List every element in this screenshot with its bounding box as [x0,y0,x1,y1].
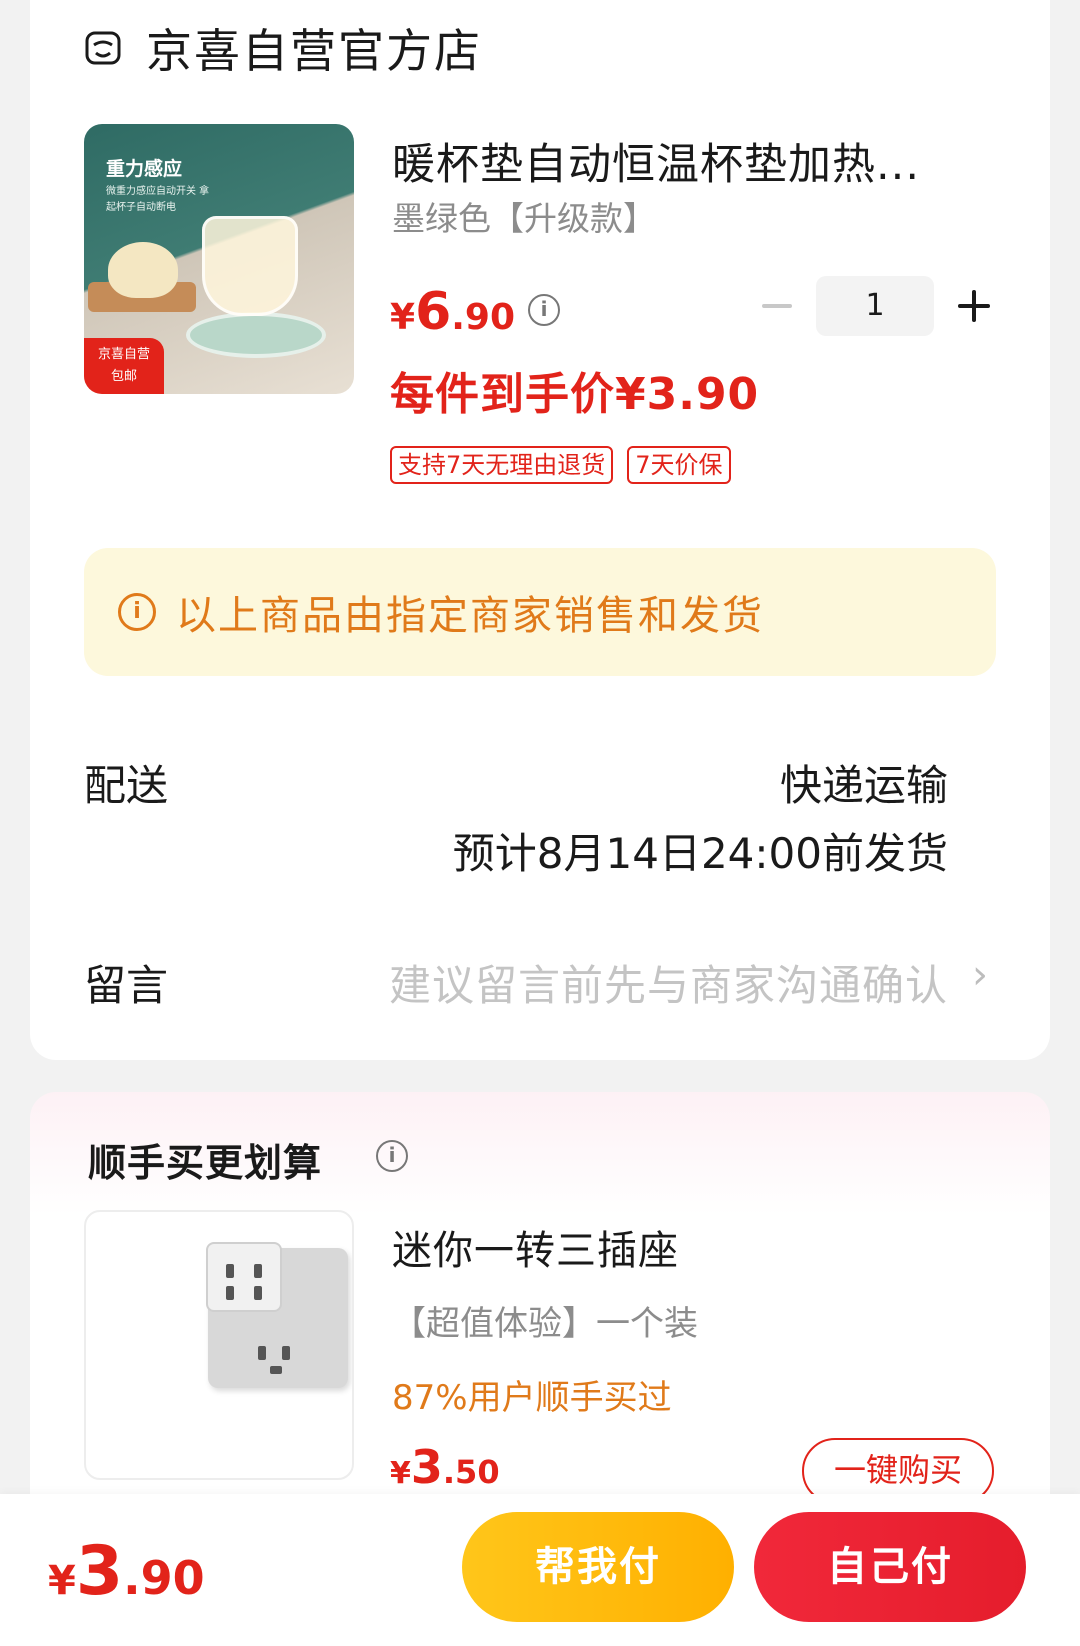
price-protect-tag: 7天价保 [627,446,731,484]
store-name: 京喜自营官方店 [146,24,482,78]
product-spec[interactable]: 墨绿色【升级款】 [392,192,656,240]
recommend-title: 顺手买更划算 [88,1141,323,1185]
return-policy-tag: 支持7天无理由退货 [390,446,614,484]
thumb-title: 重力感应 [106,158,183,180]
recommend-item-stat: 87%用户顺手买过 [392,1378,672,1418]
service-tags: 支持7天无理由退货 7天价保 [390,446,731,484]
final-unit-price: 每件到手价¥3.90 [390,369,760,420]
quantity-input[interactable]: 1 [816,276,934,336]
price-info-icon[interactable]: i [528,294,560,326]
product-thumbnail[interactable]: 重力感应 微重力感应自动开关 拿起杯子自动断电 京喜自营 包邮 [84,124,354,394]
recommend-info-icon[interactable]: i [376,1140,408,1172]
message-label: 留言 [84,961,169,1010]
chevron-right-icon[interactable]: › [972,952,988,998]
seller-notice: i 以上商品由指定商家销售和发货 [84,548,996,676]
store-header[interactable]: 京喜自营官方店 [84,18,482,78]
total-price: ¥ 3 .90 [48,1532,205,1611]
shipping-method: 快递运输 [779,761,948,810]
quantity-decrease-button[interactable] [762,304,792,308]
quantity-increase-button[interactable] [958,290,990,322]
notice-text: 以上商品由指定商家销售和发货 [176,593,764,639]
recommend-item-name[interactable]: 迷你一转三插座 [392,1218,679,1276]
thumb-subtitle: 微重力感应自动开关 拿起杯子自动断电 [106,186,210,213]
shipping-label: 配送 [84,761,169,810]
product-title[interactable]: 暖杯垫自动恒温杯垫加热... [392,130,972,192]
message-input[interactable]: 建议留言前先与商家沟通确认 [389,952,948,1013]
help-pay-button[interactable]: 帮我付 [462,1512,734,1622]
recommend-item-spec: 【超值体验】一个装 [392,1304,698,1344]
self-operated-badge: 京喜自营 包邮 [84,338,164,394]
info-icon: i [118,593,156,631]
self-pay-button[interactable]: 自己付 [754,1512,1026,1622]
shipping-eta: 预计8月14日24:00前发货 [452,829,948,878]
store-icon [85,31,121,65]
product-price: ¥ 6 .90 [390,282,516,342]
recommend-item-price: ¥ 3 .50 [390,1440,500,1494]
recommend-thumbnail[interactable] [84,1210,354,1480]
